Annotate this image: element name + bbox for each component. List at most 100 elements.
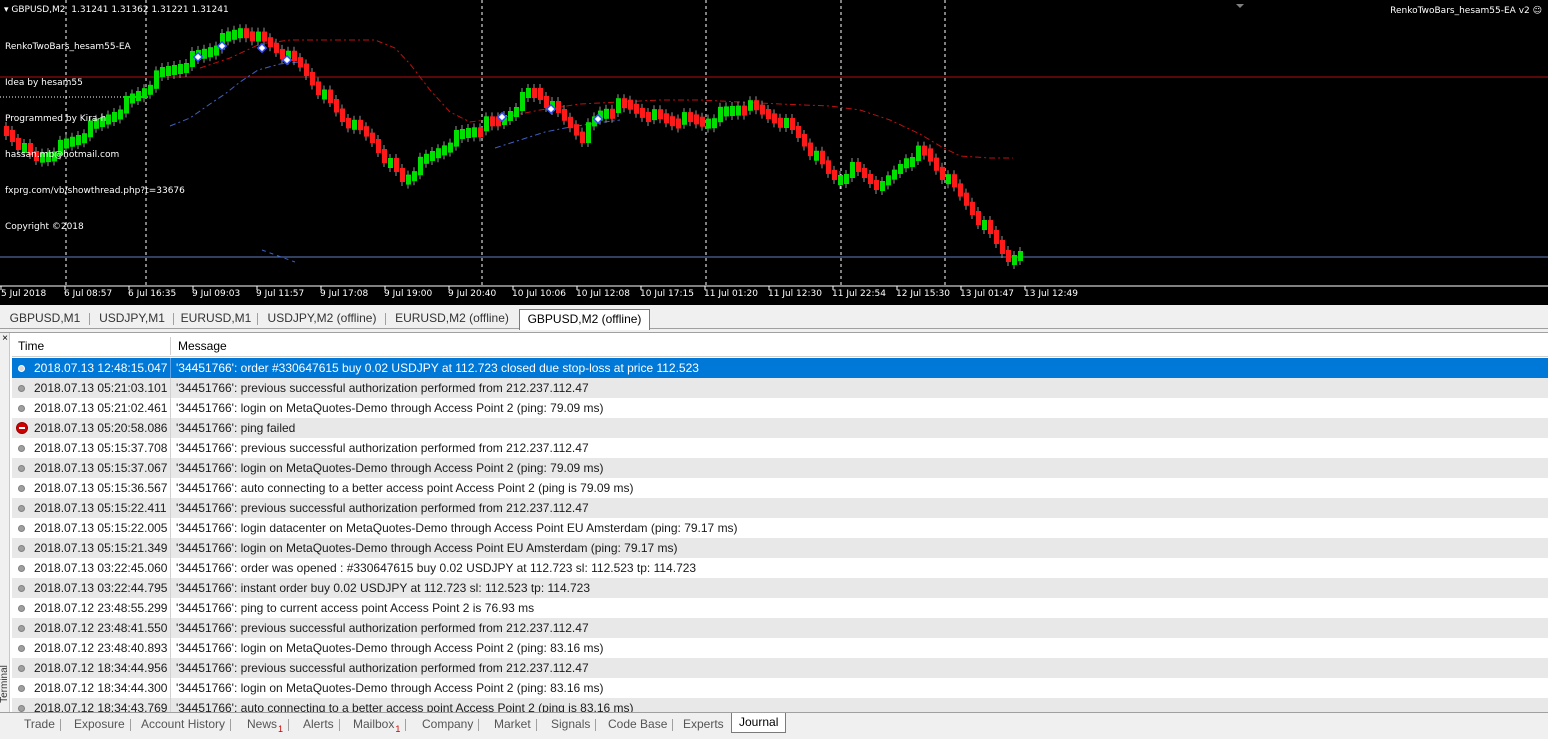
bull-candle — [322, 89, 327, 100]
info-dot-icon — [18, 645, 25, 652]
bear-candle — [766, 109, 771, 119]
x-tick-label: 6 Jul 08:57 — [64, 289, 113, 299]
journal-message: '34451766': ping failed — [176, 421, 296, 435]
column-divider — [170, 518, 171, 538]
journal-row[interactable]: 2018.07.13 05:15:37.067 '34451766': login… — [12, 458, 1548, 478]
news-count-badge: 1 — [278, 724, 284, 734]
bull-candle — [838, 175, 843, 185]
info-dot-icon — [18, 465, 25, 472]
x-tick-label: 9 Jul 20:40 — [448, 289, 497, 299]
bull-candle — [652, 109, 657, 121]
journal-row[interactable]: 2018.07.13 05:15:22.005 '34451766': login… — [12, 518, 1548, 538]
bear-candle — [646, 112, 651, 122]
ea-info-line: Programmed by Kira-h — [5, 114, 107, 124]
bear-candle — [976, 211, 981, 225]
trade-signals — [192, 40, 604, 125]
chart-tab-gbpusd-m2-offline[interactable]: GBPUSD,M2 (offline) — [519, 309, 650, 330]
column-header-message[interactable]: Message — [178, 335, 227, 357]
journal-time: 2018.07.12 23:48:41.550 — [34, 621, 168, 635]
bear-candle — [568, 116, 573, 129]
x-tick-label: 12 Jul 15:30 — [896, 289, 950, 299]
tab-signals[interactable]: Signals — [551, 715, 597, 735]
bear-candle — [400, 168, 405, 182]
column-header-time[interactable]: Time — [18, 335, 44, 357]
journal-row[interactable]: 2018.07.12 18:34:44.956 '34451766': previ… — [12, 658, 1548, 678]
journal-row[interactable]: 2018.07.13 05:15:22.411 '34451766': previ… — [12, 498, 1548, 518]
chart-tab-usdjpy-m2-offline[interactable]: USDJPY,M2 (offline) — [258, 309, 386, 329]
bear-candle — [742, 105, 747, 116]
bear-candle — [778, 117, 783, 128]
journal-row[interactable]: 2018.07.12 23:48:40.893 '34451766': login… — [12, 638, 1548, 658]
journal-row[interactable]: 2018.07.13 05:15:37.708 '34451766': previ… — [12, 438, 1548, 458]
bull-candle — [226, 31, 231, 42]
expert-advisor-name[interactable]: RenkoTwoBars_hesam55-EA v2 ☺ — [1390, 5, 1542, 17]
info-dot-icon — [18, 525, 25, 532]
chart-tab-eurusd-m1[interactable]: EURUSD,M1 — [174, 309, 258, 329]
ea-info-line: RenkoTwoBars_hesam55-EA — [5, 42, 131, 52]
tab-code-base[interactable]: Code Base — [608, 715, 674, 735]
journal-row[interactable]: 2018.07.13 05:15:36.567 '34451766': auto … — [12, 478, 1548, 498]
chart-tab-eurusd-m2-offline[interactable]: EURUSD,M2 (offline) — [386, 309, 518, 329]
bull-candle — [520, 92, 525, 111]
bear-candle — [862, 168, 867, 178]
bear-candle — [298, 57, 303, 68]
tab-experts[interactable]: Experts — [683, 715, 724, 735]
bear-candle — [826, 160, 831, 174]
tab-trade[interactable]: Trade — [24, 715, 61, 735]
tab-label: Experts — [683, 717, 724, 731]
bear-candle — [856, 162, 861, 172]
journal-row[interactable]: 2018.07.13 05:21:03.101 '34451766': previ… — [12, 378, 1548, 398]
journal-row[interactable]: 2018.07.13 05:15:21.349 '34451766': login… — [12, 538, 1548, 558]
tab-alerts[interactable]: Alerts — [303, 715, 340, 735]
bull-candle — [844, 174, 849, 184]
bull-candle — [898, 163, 903, 174]
journal-column-headers: Time Message — [12, 335, 1548, 357]
column-divider — [170, 438, 171, 458]
journal-log-list[interactable]: 2018.07.13 12:48:15.047 '34451766': order… — [12, 358, 1548, 713]
bear-candle — [610, 108, 615, 119]
bull-candle — [718, 106, 723, 123]
journal-row[interactable]: 2018.07.12 23:48:41.550 '34451766': previ… — [12, 618, 1548, 638]
journal-row[interactable]: 2018.07.13 03:22:44.795 '34451766': insta… — [12, 578, 1548, 598]
tab-exposure[interactable]: Exposure — [74, 715, 131, 735]
bear-candle — [478, 127, 483, 138]
bear-candle — [832, 169, 837, 180]
info-dot-icon — [18, 385, 25, 392]
tab-news[interactable]: News1 — [247, 715, 290, 735]
tab-market[interactable]: Market — [494, 715, 537, 735]
bear-candle — [622, 98, 627, 109]
ea-info-line: Copyright ©2018 — [5, 222, 84, 232]
ea-info-line: fxprg.com/vb/showthread.php?t=33676 — [5, 186, 185, 196]
journal-message: '34451766': auto connecting to a better … — [176, 481, 634, 495]
journal-row[interactable]: 2018.07.13 03:22:45.060 '34451766': order… — [12, 558, 1548, 578]
journal-message: '34451766': login on MetaQuotes-Demo thr… — [176, 461, 604, 475]
bear-candle — [1000, 240, 1005, 254]
chart-tab-gbpusd-m1[interactable]: GBPUSD,M1 — [0, 309, 90, 329]
bear-candle — [334, 99, 339, 113]
chart-tab-usdjpy-m1[interactable]: USDJPY,M1 — [90, 309, 174, 329]
price-chart[interactable]: ▾ GBPUSD,M2 1.31241 1.31362 1.31221 1.31… — [0, 0, 1548, 305]
tab-mailbox[interactable]: Mailbox1 — [353, 715, 407, 735]
tab-label: Market — [494, 717, 531, 731]
journal-row[interactable]: 2018.07.12 18:34:43.769 '34451766': auto … — [12, 698, 1548, 713]
symbol-price-header: ▾ GBPUSD,M2 1.31241 1.31362 1.31221 1.31… — [4, 5, 229, 15]
journal-row[interactable]: 2018.07.12 23:48:55.299 '34451766': ping … — [12, 598, 1548, 618]
tab-account-history[interactable]: Account History — [141, 715, 232, 735]
journal-row[interactable]: 2018.07.12 18:34:44.300 '34451766': login… — [12, 678, 1548, 698]
tab-company[interactable]: Company — [422, 715, 480, 735]
bear-candle — [274, 42, 279, 53]
tab-journal[interactable]: Journal — [731, 713, 787, 733]
error-icon — [16, 422, 28, 434]
column-divider[interactable] — [170, 337, 171, 355]
journal-time: 2018.07.13 03:22:45.060 — [34, 561, 168, 575]
bear-candle — [940, 166, 945, 180]
bull-candle — [436, 148, 441, 159]
journal-row[interactable]: 2018.07.13 12:48:15.047 '34451766': order… — [12, 358, 1548, 378]
journal-row[interactable]: 2018.07.13 05:21:02.461 '34451766': login… — [12, 398, 1548, 418]
bear-candle — [382, 149, 387, 163]
tab-label: Exposure — [74, 717, 125, 731]
bear-candle — [562, 109, 567, 121]
close-icon[interactable]: × — [0, 334, 10, 344]
journal-row[interactable]: 2018.07.13 05:20:58.086 '34451766': ping … — [12, 418, 1548, 438]
journal-message: '34451766': ping to current access point… — [176, 601, 535, 615]
